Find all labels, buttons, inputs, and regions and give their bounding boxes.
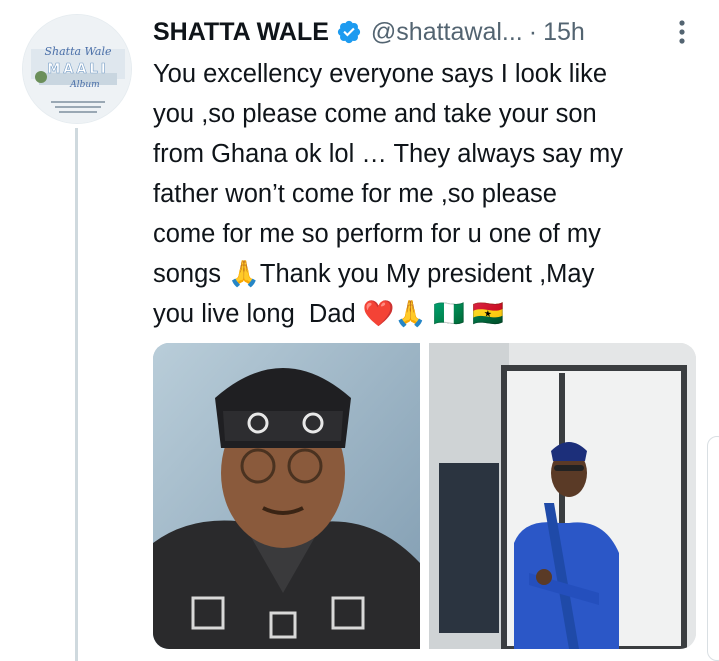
author-name[interactable]: SHATTA WALE xyxy=(153,18,329,47)
separator-dot: · xyxy=(528,17,538,46)
author-handle[interactable]: @shattawal... xyxy=(371,18,523,47)
avatar[interactable]: Shatta Wale MAALI Album xyxy=(22,14,132,124)
avatar-column: Shatta Wale MAALI Album xyxy=(22,14,132,124)
tweet-media xyxy=(153,343,696,649)
avatar-image: Shatta Wale MAALI Album xyxy=(23,15,131,123)
avatar-line1: Shatta Wale xyxy=(44,45,112,58)
avatar-line2: MAALI xyxy=(47,62,108,77)
photo-1-image xyxy=(153,343,420,649)
photo-older-man-cap[interactable] xyxy=(153,343,420,649)
more-options-icon[interactable] xyxy=(677,18,687,46)
tweet-timestamp[interactable]: 15h xyxy=(543,18,585,47)
avatar-line3: Album xyxy=(69,80,99,90)
tweet-text: You excellency everyone says I look like… xyxy=(153,60,624,328)
photo-man-blue-outfit[interactable] xyxy=(429,343,696,649)
tweet[interactable]: Shatta Wale MAALI Album SHATTA WALE @sha… xyxy=(0,0,719,661)
tweet-header: SHATTA WALE @shattawal... · 15h xyxy=(153,14,693,50)
photo-2-image xyxy=(429,343,696,649)
verified-badge-icon xyxy=(337,20,361,44)
thread-line xyxy=(75,128,78,661)
side-panel-edge xyxy=(707,436,719,661)
